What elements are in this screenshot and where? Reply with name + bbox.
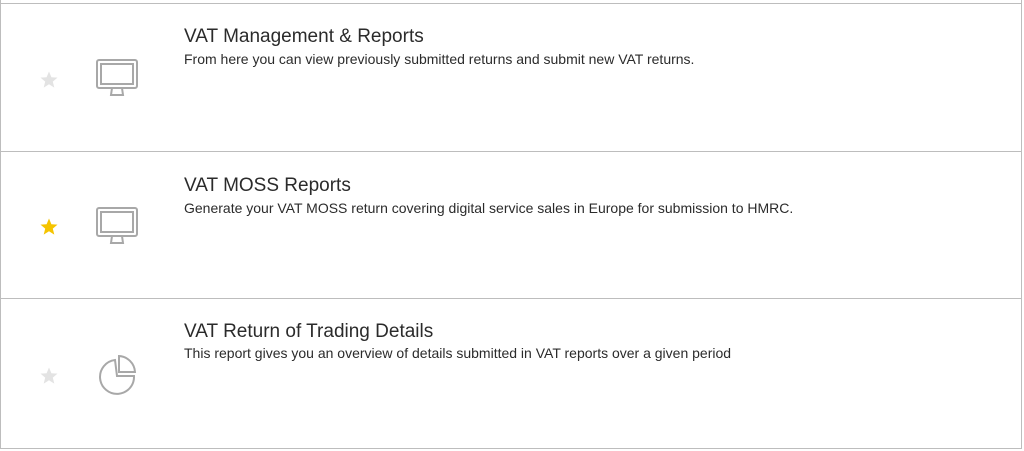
report-row-vat-return-trading[interactable]: VAT Return of Trading Details This repor… xyxy=(1,298,1021,446)
report-title[interactable]: VAT MOSS Reports xyxy=(184,175,351,197)
report-description: This report gives you an overview of det… xyxy=(184,345,732,361)
pie-chart-icon xyxy=(93,350,141,398)
report-description: Generate your VAT MOSS return covering d… xyxy=(184,200,794,216)
report-list: VAT Management & Reports From here you c… xyxy=(0,0,1022,449)
favourite-star-icon[interactable] xyxy=(39,366,59,386)
report-row-vat-moss[interactable]: VAT MOSS Reports Generate your VAT MOSS … xyxy=(1,151,1021,299)
report-title[interactable]: VAT Management & Reports xyxy=(184,26,424,48)
favourite-star-icon[interactable] xyxy=(39,217,59,237)
report-description: From here you can view previously submit… xyxy=(184,51,695,67)
monitor-icon xyxy=(93,202,141,250)
favourite-star-icon[interactable] xyxy=(39,70,59,90)
report-title[interactable]: VAT Return of Trading Details xyxy=(184,321,433,343)
report-row-vat-management[interactable]: VAT Management & Reports From here you c… xyxy=(1,3,1021,151)
monitor-icon xyxy=(93,54,141,102)
